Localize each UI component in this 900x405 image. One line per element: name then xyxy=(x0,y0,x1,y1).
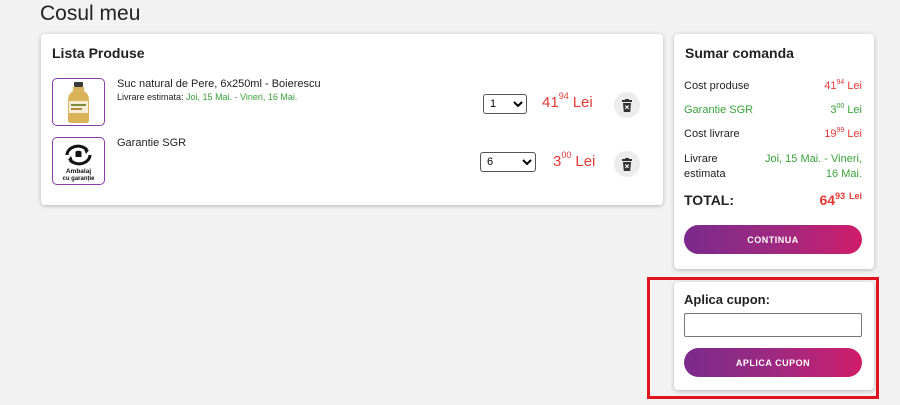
summary-delivery-value: Joi, 15 Mai. - Vineri, 16 Mai. xyxy=(752,152,862,182)
price-currency: Lei xyxy=(572,94,593,111)
continue-button[interactable]: CONTINUA xyxy=(684,225,862,254)
quantity-select[interactable]: 1 xyxy=(483,94,527,114)
delivery-label-line-1: Livrare xyxy=(684,153,718,165)
product-row: Ambalaj cu garanție Garantie SGR 6 300 Le… xyxy=(41,137,663,187)
trash-icon xyxy=(622,157,632,171)
product-delivery: Livrare estimata: Joi, 15 Mai. - Vineri,… xyxy=(117,92,297,102)
product-thumbnail[interactable] xyxy=(52,78,105,126)
value-integer: 19 xyxy=(824,128,837,140)
thumb-text-2: cu garanție xyxy=(62,176,95,182)
value-decimals: 94 xyxy=(836,79,845,86)
coupon-card: Aplica cupon: APLICA CUPON xyxy=(674,282,874,390)
product-name[interactable]: Garantie SGR xyxy=(117,137,186,149)
juice-bottle-icon xyxy=(68,82,89,123)
products-title: Lista Produse xyxy=(52,45,145,61)
value-currency: Lei xyxy=(847,80,862,92)
value-currency: Lei xyxy=(847,128,862,140)
summary-delivery-line: Livrare estimata Joi, 15 Mai. - Vineri, 16… xyxy=(684,152,862,182)
products-card: Lista Produse Suc natural de Pere, 6x250… xyxy=(41,34,663,205)
summary-products-value: 4194 Lei xyxy=(824,79,862,92)
summary-shipping-value: 1999 Lei xyxy=(824,127,862,140)
order-summary-card: Sumar comanda Cost produse 4194 Lei Gara… xyxy=(674,34,874,269)
value-integer: 41 xyxy=(824,80,837,92)
product-price: 4194 Lei xyxy=(542,91,593,111)
trash-icon xyxy=(622,98,632,112)
apply-coupon-button[interactable]: APLICA CUPON xyxy=(684,348,862,377)
product-row: Suc natural de Pere, 6x250ml - Boierescu… xyxy=(41,78,663,128)
price-decimals: 94 xyxy=(558,91,569,101)
summary-sgr-value: 300 Lei xyxy=(830,103,862,116)
product-price: 300 Lei xyxy=(553,150,596,170)
delivery-label-line-2: estimata xyxy=(684,168,726,180)
value-decimals: 99 xyxy=(836,127,845,134)
summary-total-label: TOTAL: xyxy=(684,192,735,208)
summary-products-label: Cost produse xyxy=(684,80,750,92)
summary-total-value: 6493 Lei xyxy=(819,191,863,208)
coupon-label: Aplica cupon: xyxy=(684,292,770,307)
price-currency: Lei xyxy=(575,153,596,170)
product-name[interactable]: Suc natural de Pere, 6x250ml - Boierescu xyxy=(117,78,321,90)
summary-title: Sumar comanda xyxy=(685,45,794,61)
price-integer: 41 xyxy=(542,94,559,111)
product-thumbnail[interactable]: Ambalaj cu garanție xyxy=(52,137,105,185)
summary-sgr-label: Garantie SGR xyxy=(684,104,754,116)
value-decimals: 00 xyxy=(836,103,845,110)
value-currency: Lei xyxy=(847,104,862,116)
delivery-dates: Joi, 15 Mai. - Vineri, 16 Mai. xyxy=(186,92,298,102)
remove-product-button[interactable] xyxy=(614,92,640,118)
thumb-text-1: Ambalaj xyxy=(66,168,91,175)
delivery-label: Livrare estimata: xyxy=(117,92,184,102)
coupon-input[interactable] xyxy=(684,313,862,337)
delivery-value-line-1: Joi, 15 Mai. - Vineri, xyxy=(764,153,862,165)
delivery-value-line-2: 16 Mai. xyxy=(825,168,862,180)
recycle-deposit-icon: Ambalaj cu garanție xyxy=(62,144,95,182)
summary-shipping-label: Cost livrare xyxy=(684,128,740,140)
value-decimals: 93 xyxy=(835,191,846,201)
remove-product-button[interactable] xyxy=(614,151,640,177)
quantity-select[interactable]: 6 xyxy=(480,152,536,172)
page-title: Cosul meu xyxy=(40,2,141,25)
price-decimals: 00 xyxy=(561,150,572,160)
value-currency: Lei xyxy=(848,191,862,201)
summary-delivery-label: Livrare estimata xyxy=(684,152,726,182)
value-integer: 64 xyxy=(819,192,836,208)
